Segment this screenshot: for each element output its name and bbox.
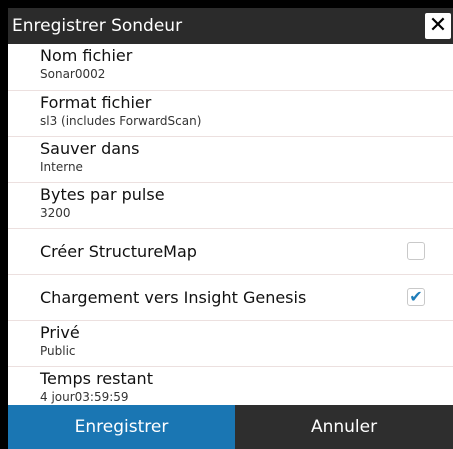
dialog-titlebar: Enregistrer Sondeur ✕	[8, 8, 453, 44]
structuremap-checkbox[interactable]	[407, 242, 425, 260]
field-label: Temps restant	[40, 369, 153, 388]
field-label: Privé	[40, 323, 80, 342]
dialog-footer: Enregistrer Annuler	[8, 405, 453, 449]
field-label: Nom fichier	[40, 46, 133, 65]
option-label: Créer StructureMap	[40, 242, 197, 261]
settings-list: Nom fichier Sonar0002 Format fichier sl3…	[8, 44, 453, 405]
field-value: 4 jour03:59:59	[40, 390, 129, 404]
cancel-button[interactable]: Annuler	[235, 405, 453, 449]
field-value: Sonar0002	[40, 67, 106, 81]
field-label: Format fichier	[40, 93, 152, 112]
record-sonar-dialog: Enregistrer Sondeur ✕ Nom fichier Sonar0…	[8, 8, 453, 449]
option-label: Chargement vers Insight Genesis	[40, 288, 307, 307]
field-time-remaining: Temps restant 4 jour03:59:59	[8, 367, 453, 405]
close-icon[interactable]: ✕	[425, 13, 451, 39]
insight-genesis-checkbox[interactable]: ✔	[407, 288, 425, 306]
field-value: Public	[40, 344, 76, 358]
field-file-format[interactable]: Format fichier sl3 (includes ForwardScan…	[8, 91, 453, 137]
save-button[interactable]: Enregistrer	[8, 405, 235, 449]
field-bytes-per-pulse[interactable]: Bytes par pulse 3200	[8, 183, 453, 229]
field-save-location[interactable]: Sauver dans Interne	[8, 137, 453, 183]
field-privacy[interactable]: Privé Public	[8, 321, 453, 367]
field-value: sl3 (includes ForwardScan)	[40, 114, 202, 128]
field-label: Sauver dans	[40, 139, 140, 158]
dialog-title: Enregistrer Sondeur	[12, 16, 183, 36]
field-value: Interne	[40, 160, 83, 174]
option-create-structuremap[interactable]: Créer StructureMap	[8, 229, 453, 275]
field-label: Bytes par pulse	[40, 185, 165, 204]
field-file-name[interactable]: Nom fichier Sonar0002	[8, 44, 453, 91]
field-value: 3200	[40, 206, 71, 220]
option-upload-insight-genesis[interactable]: Chargement vers Insight Genesis ✔	[8, 275, 453, 321]
